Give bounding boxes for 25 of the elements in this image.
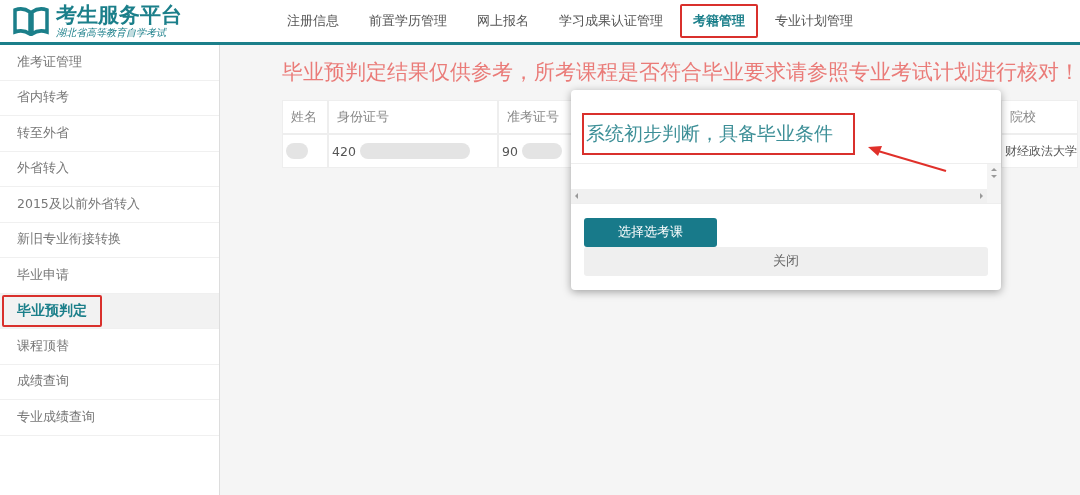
nav-tab[interactable]: 前置学历管理 xyxy=(356,4,460,38)
sidebar-item[interactable]: 毕业预判定 xyxy=(0,293,219,329)
table-cell: 420 xyxy=(332,143,356,159)
select-course-button[interactable]: 选择选考课 xyxy=(584,218,717,247)
table-header: 院校 xyxy=(1001,100,1078,134)
logo-subtitle: 湖北省高等教育自学考试 xyxy=(56,27,168,39)
nav-tab[interactable]: 注册信息 xyxy=(274,4,352,38)
nav-tab[interactable]: 专业计划管理 xyxy=(762,4,866,38)
table-header: 姓名 xyxy=(282,100,328,134)
redacted-mark xyxy=(286,143,308,159)
vertical-scrollbar[interactable] xyxy=(987,164,1001,203)
close-button[interactable]: 关闭 xyxy=(584,247,988,276)
notice-text: 毕业预判定结果仅供参考，所考课程是否符合毕业要求请参照专业考试计划进行核对！ xyxy=(282,59,1080,86)
table-cell: 财经政法大学 xyxy=(1005,143,1077,159)
table-header: 身份证号 xyxy=(328,100,498,134)
table-cell: 90 xyxy=(502,143,518,159)
arrow-icon xyxy=(866,143,948,173)
book-icon xyxy=(12,6,50,36)
nav-tab[interactable]: 考籍管理 xyxy=(680,4,758,38)
nav-tab[interactable]: 网上报名 xyxy=(464,4,542,38)
logo-title: 考生服务平台 xyxy=(56,3,182,27)
redacted-mark xyxy=(521,143,562,159)
nav-tab[interactable]: 学习成果认证管理 xyxy=(546,4,676,38)
horizontal-scrollbar[interactable] xyxy=(571,189,987,203)
dialog-message: 系统初步判断，具备毕业条件 xyxy=(582,113,855,155)
